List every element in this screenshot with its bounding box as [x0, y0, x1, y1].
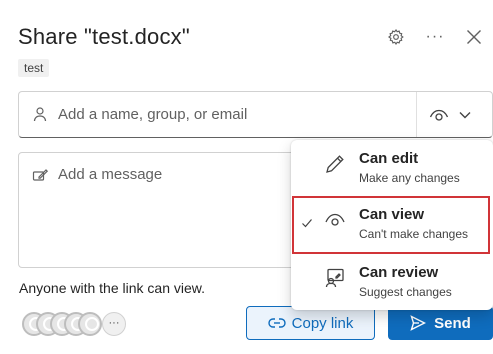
send-icon	[410, 315, 427, 331]
close-icon[interactable]	[463, 26, 485, 48]
menu-item-can-review[interactable]: Can review Suggest changes	[291, 254, 493, 310]
permission-menu: Can edit Make any changes Can view Can't…	[291, 140, 493, 310]
gear-icon[interactable]	[385, 26, 407, 48]
menu-item-title: Can edit	[359, 150, 419, 167]
pencil-icon	[324, 153, 346, 175]
menu-item-subtitle: Suggest changes	[359, 285, 452, 299]
dialog-title: Share "test.docx"	[18, 24, 190, 49]
copy-link-label: Copy link	[291, 314, 354, 332]
chevron-down-icon	[459, 112, 471, 119]
link-icon	[267, 318, 286, 328]
permission-dropdown-button[interactable]	[429, 104, 485, 126]
people-input-placeholder: Add a name, group, or email	[58, 106, 248, 123]
link-permission-info: Anyone with the link can view.	[19, 280, 205, 296]
menu-item-subtitle: Can't make changes	[359, 227, 469, 241]
people-picker[interactable]: Add a name, group, or email	[18, 91, 493, 138]
message-field[interactable]: Add a message	[18, 152, 298, 268]
more-options-icon[interactable]: ···	[424, 26, 446, 48]
message-placeholder: Add a message	[58, 166, 163, 183]
menu-item-title: Can review	[359, 264, 439, 281]
copy-link-button[interactable]: Copy link	[246, 306, 375, 340]
eye-icon	[324, 209, 346, 231]
send-label: Send	[434, 314, 471, 332]
send-button[interactable]: Send	[388, 306, 493, 340]
person-icon	[32, 106, 48, 122]
review-icon	[324, 267, 346, 289]
avatar	[78, 312, 102, 336]
menu-item-can-view[interactable]: Can view Can't make changes	[291, 196, 493, 252]
input-divider	[416, 92, 417, 137]
menu-item-can-edit[interactable]: Can edit Make any changes	[291, 140, 493, 196]
menu-item-title: Can view	[359, 206, 425, 223]
menu-item-subtitle: Make any changes	[359, 171, 460, 185]
checkmark-icon	[301, 216, 313, 228]
edit-message-icon	[32, 167, 49, 183]
eye-icon	[429, 109, 449, 121]
file-tag: test	[18, 59, 50, 77]
shared-people-avatars[interactable]: ···	[22, 312, 132, 336]
more-people-button[interactable]: ···	[102, 312, 126, 336]
